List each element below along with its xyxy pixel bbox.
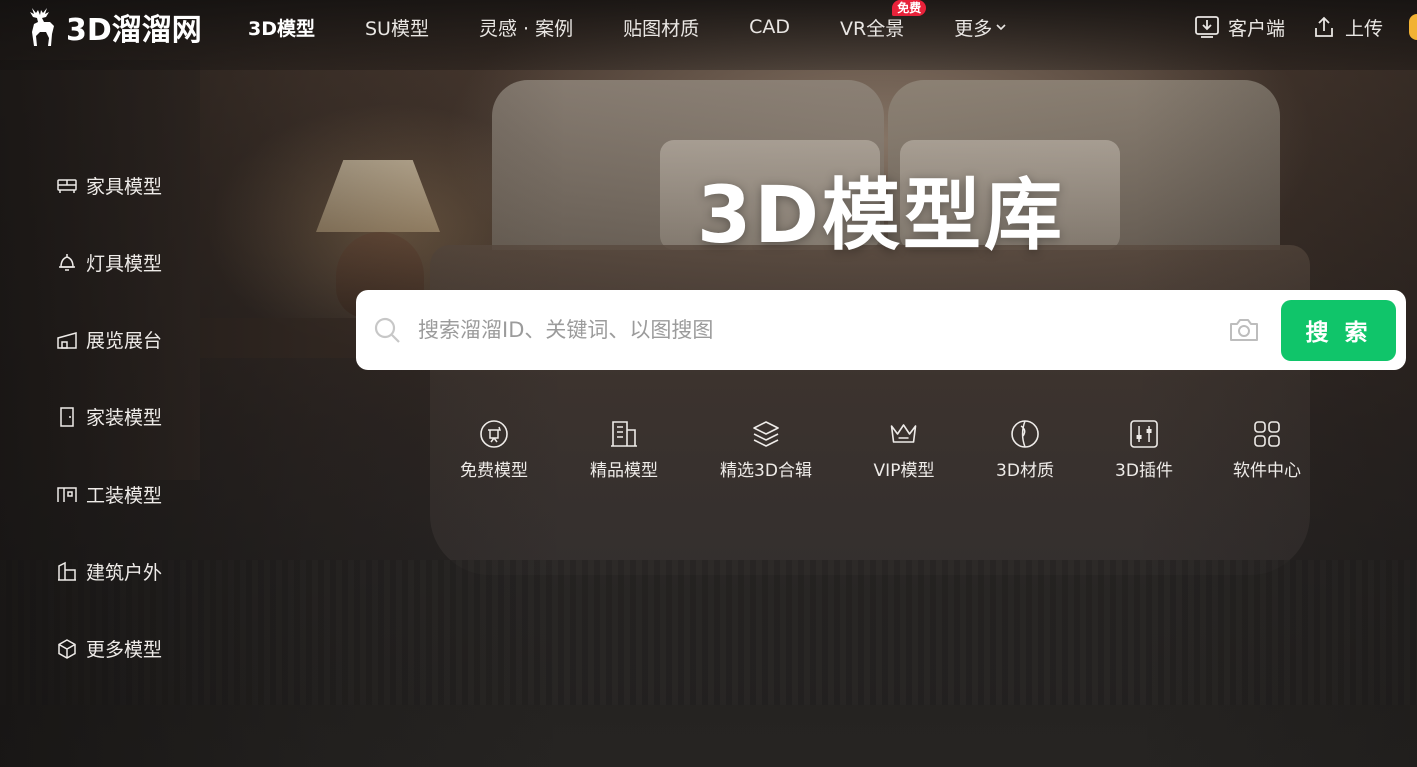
nav-item-vr-panorama[interactable]: VR全景 免费 (840, 0, 927, 41)
quick-link-label: 软件中心 (1233, 461, 1301, 481)
quick-links: 免费模型 精品模型 精选3D合辑 VIP模型 3D材质 3D插件 软件中心 (0, 418, 1417, 498)
page-title: 3D模型库 (696, 171, 1066, 261)
building-icon (58, 562, 76, 582)
nav-item-label: VR全景 (840, 17, 905, 40)
nav-item-3d-models[interactable]: 3D模型 (248, 14, 315, 41)
upload-link[interactable]: 上传 (1311, 14, 1383, 41)
quick-link-label: VIP模型 (873, 461, 935, 481)
crown-icon (891, 424, 917, 443)
client-download-link[interactable]: 客户端 (1194, 14, 1285, 41)
avatar[interactable] (1409, 14, 1417, 40)
upload-icon (1315, 16, 1333, 37)
quick-link-3d-plugins[interactable]: 3D插件 (1115, 418, 1173, 481)
nav-item-label: 贴图材质 (623, 17, 700, 40)
nav-item-label: 灵感 · 案例 (478, 17, 574, 40)
quick-link-label: 3D插件 (1115, 461, 1173, 481)
sidebar-item-exhibition[interactable]: 展览展台 (56, 323, 216, 357)
nav-item-label: 更多 (954, 17, 993, 40)
free-badge: 免费 (892, 0, 927, 16)
grid-icon (1254, 421, 1280, 447)
material-icon (1011, 420, 1039, 448)
chevron-down-icon (996, 24, 1006, 31)
background-bottom-band (0, 705, 1417, 767)
search-input[interactable] (418, 300, 1227, 360)
search-bar: 搜 索 (356, 290, 1406, 370)
quick-link-label: 精品模型 (590, 461, 658, 481)
cube-icon (58, 638, 76, 659)
sidebar-item-architecture[interactable]: 建筑户外 (56, 554, 216, 588)
nav-item-label: CAD (749, 16, 791, 38)
quick-link-vip-models[interactable]: VIP模型 (873, 418, 935, 481)
camera-icon[interactable] (1227, 313, 1261, 347)
top-header: 3D溜溜网 3D模型 SU模型 灵感 · 案例 贴图材质 CAD VR全景 免费 (0, 0, 1417, 54)
booth-icon (57, 331, 77, 349)
logo-text: 3D溜溜网 (66, 13, 202, 48)
nav-item-label: 3D模型 (248, 17, 315, 40)
download-icon (1195, 16, 1219, 38)
nav-item-inspiration[interactable]: 灵感 · 案例 (479, 14, 573, 41)
nav-item-cad[interactable]: CAD (749, 16, 790, 38)
deer-logo-icon (30, 8, 54, 46)
sidebar-item-label: 建筑户外 (86, 561, 163, 584)
nav-item-more[interactable]: 更多 (954, 14, 1007, 41)
header-actions: 客户端 上传 (1194, 0, 1417, 54)
sidebar-item-label: 更多模型 (86, 639, 163, 662)
building-quality-icon (611, 421, 637, 447)
search-icon (374, 317, 400, 343)
search-button[interactable]: 搜 索 (1281, 299, 1396, 361)
site-logo[interactable]: 3D溜溜网 (24, 6, 202, 48)
quick-link-premium-models[interactable]: 精品模型 (590, 418, 658, 481)
quick-link-label: 3D材质 (996, 461, 1054, 481)
nav-item-label: SU模型 (365, 17, 429, 40)
sidebar-item-more-models[interactable]: 更多模型 (56, 632, 216, 666)
nav-item-textures[interactable]: 贴图材质 (623, 14, 699, 41)
quick-link-3d-collections[interactable]: 精选3D合辑 (720, 418, 812, 481)
nav-item-su-models[interactable]: SU模型 (365, 14, 429, 41)
client-label: 客户端 (1227, 17, 1285, 40)
plugin-icon (1130, 420, 1158, 448)
page: 3D溜溜网 3D模型 SU模型 灵感 · 案例 贴图材质 CAD VR全景 免费 (0, 0, 1417, 767)
upload-label: 上传 (1344, 17, 1383, 40)
main-nav: 3D模型 SU模型 灵感 · 案例 贴图材质 CAD VR全景 免费 更多 (248, 0, 1057, 54)
quick-link-label: 精选3D合辑 (720, 461, 812, 481)
sidebar-item-label: 展览展台 (86, 330, 163, 353)
free-icon (480, 420, 508, 448)
quick-link-label: 免费模型 (460, 461, 528, 481)
quick-link-free-models[interactable]: 免费模型 (460, 418, 528, 481)
layers-icon (753, 421, 779, 447)
quick-link-3d-materials[interactable]: 3D材质 (996, 418, 1054, 481)
quick-link-software-center[interactable]: 软件中心 (1233, 418, 1301, 481)
